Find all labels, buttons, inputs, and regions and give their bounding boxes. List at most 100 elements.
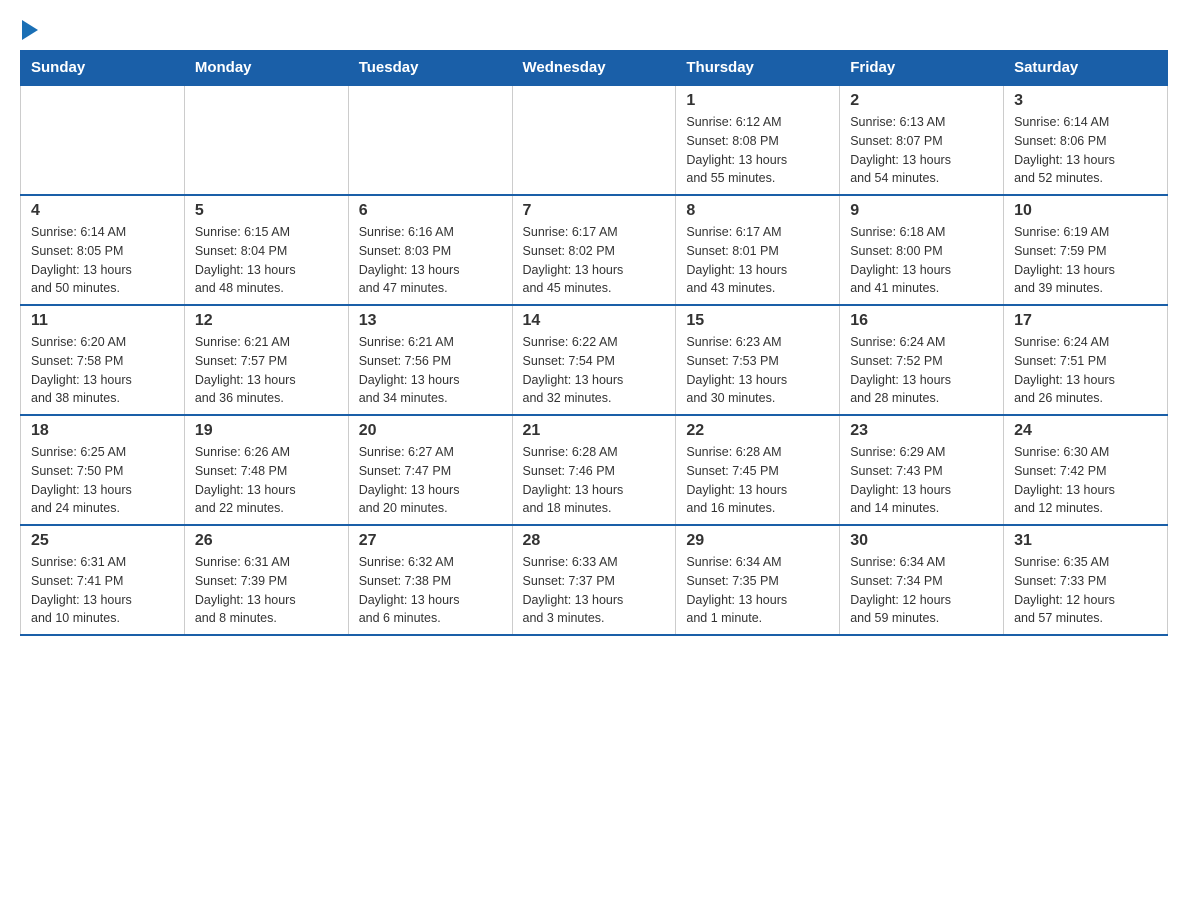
calendar-cell: 18 Sunrise: 6:25 AMSunset: 7:50 PMDayligh… <box>21 415 185 525</box>
calendar-header-thursday: Thursday <box>676 51 840 86</box>
day-number: 23 <box>850 422 993 440</box>
day-number: 13 <box>359 312 502 330</box>
calendar-header-tuesday: Tuesday <box>348 51 512 86</box>
day-number: 19 <box>195 422 338 440</box>
day-number: 11 <box>31 312 174 330</box>
day-number: 20 <box>359 422 502 440</box>
day-info: Sunrise: 6:12 AMSunset: 8:08 PMDaylight:… <box>686 113 829 188</box>
day-number: 18 <box>31 422 174 440</box>
day-number: 7 <box>523 202 666 220</box>
logo-arrow-icon <box>22 20 38 40</box>
day-info: Sunrise: 6:18 AMSunset: 8:00 PMDaylight:… <box>850 223 993 298</box>
day-number: 12 <box>195 312 338 330</box>
calendar-cell: 16 Sunrise: 6:24 AMSunset: 7:52 PMDayligh… <box>840 305 1004 415</box>
day-number: 10 <box>1014 202 1157 220</box>
day-info: Sunrise: 6:20 AMSunset: 7:58 PMDaylight:… <box>31 333 174 408</box>
day-info: Sunrise: 6:23 AMSunset: 7:53 PMDaylight:… <box>686 333 829 408</box>
day-number: 14 <box>523 312 666 330</box>
calendar-cell: 19 Sunrise: 6:26 AMSunset: 7:48 PMDayligh… <box>184 415 348 525</box>
calendar-cell: 8 Sunrise: 6:17 AMSunset: 8:01 PMDaylight… <box>676 195 840 305</box>
logo <box>20 20 38 40</box>
calendar-cell: 10 Sunrise: 6:19 AMSunset: 7:59 PMDayligh… <box>1004 195 1168 305</box>
calendar-cell: 7Sunrise: 6:17 AMSunset: 8:02 PMDaylight… <box>512 195 676 305</box>
calendar-cell: 23 Sunrise: 6:29 AMSunset: 7:43 PMDayligh… <box>840 415 1004 525</box>
page-header <box>20 20 1168 40</box>
calendar-cell: 5 Sunrise: 6:15 AMSunset: 8:04 PMDaylight… <box>184 195 348 305</box>
day-info: Sunrise: 6:34 AMSunset: 7:34 PMDaylight:… <box>850 553 993 628</box>
day-number: 3 <box>1014 92 1157 110</box>
calendar-cell: 13 Sunrise: 6:21 AMSunset: 7:56 PMDayligh… <box>348 305 512 415</box>
day-info: Sunrise: 6:24 AMSunset: 7:52 PMDaylight:… <box>850 333 993 408</box>
day-info: Sunrise: 6:31 AMSunset: 7:41 PMDaylight:… <box>31 553 174 628</box>
day-number: 5 <box>195 202 338 220</box>
calendar-cell: 20 Sunrise: 6:27 AMSunset: 7:47 PMDayligh… <box>348 415 512 525</box>
calendar-cell: 27 Sunrise: 6:32 AMSunset: 7:38 PMDayligh… <box>348 525 512 635</box>
calendar-cell <box>348 85 512 195</box>
day-info: Sunrise: 6:21 AMSunset: 7:56 PMDaylight:… <box>359 333 502 408</box>
day-number: 30 <box>850 532 993 550</box>
calendar-week-row: 4 Sunrise: 6:14 AMSunset: 8:05 PMDaylight… <box>21 195 1168 305</box>
calendar-cell: 24Sunrise: 6:30 AMSunset: 7:42 PMDayligh… <box>1004 415 1168 525</box>
calendar-cell: 31 Sunrise: 6:35 AMSunset: 7:33 PMDayligh… <box>1004 525 1168 635</box>
day-number: 31 <box>1014 532 1157 550</box>
calendar-week-row: 11 Sunrise: 6:20 AMSunset: 7:58 PMDayligh… <box>21 305 1168 415</box>
calendar-cell: 28 Sunrise: 6:33 AMSunset: 7:37 PMDayligh… <box>512 525 676 635</box>
day-number: 6 <box>359 202 502 220</box>
day-info: Sunrise: 6:24 AMSunset: 7:51 PMDaylight:… <box>1014 333 1157 408</box>
day-info: Sunrise: 6:19 AMSunset: 7:59 PMDaylight:… <box>1014 223 1157 298</box>
calendar-header-sunday: Sunday <box>21 51 185 86</box>
calendar-cell: 4 Sunrise: 6:14 AMSunset: 8:05 PMDaylight… <box>21 195 185 305</box>
day-number: 24 <box>1014 422 1157 440</box>
day-number: 29 <box>686 532 829 550</box>
calendar-cell <box>512 85 676 195</box>
calendar-table: SundayMondayTuesdayWednesdayThursdayFrid… <box>20 50 1168 636</box>
calendar-cell <box>184 85 348 195</box>
day-info: Sunrise: 6:22 AMSunset: 7:54 PMDaylight:… <box>523 333 666 408</box>
day-number: 4 <box>31 202 174 220</box>
calendar-cell: 30 Sunrise: 6:34 AMSunset: 7:34 PMDayligh… <box>840 525 1004 635</box>
day-info: Sunrise: 6:29 AMSunset: 7:43 PMDaylight:… <box>850 443 993 518</box>
calendar-header-wednesday: Wednesday <box>512 51 676 86</box>
day-info: Sunrise: 6:33 AMSunset: 7:37 PMDaylight:… <box>523 553 666 628</box>
calendar-cell: 15 Sunrise: 6:23 AMSunset: 7:53 PMDayligh… <box>676 305 840 415</box>
calendar-week-row: 25 Sunrise: 6:31 AMSunset: 7:41 PMDayligh… <box>21 525 1168 635</box>
calendar-cell: 1 Sunrise: 6:12 AMSunset: 8:08 PMDaylight… <box>676 85 840 195</box>
day-number: 15 <box>686 312 829 330</box>
day-number: 2 <box>850 92 993 110</box>
day-info: Sunrise: 6:27 AMSunset: 7:47 PMDaylight:… <box>359 443 502 518</box>
calendar-header-row: SundayMondayTuesdayWednesdayThursdayFrid… <box>21 51 1168 86</box>
day-number: 1 <box>686 92 829 110</box>
day-number: 28 <box>523 532 666 550</box>
day-number: 8 <box>686 202 829 220</box>
day-number: 26 <box>195 532 338 550</box>
day-info: Sunrise: 6:28 AMSunset: 7:45 PMDaylight:… <box>686 443 829 518</box>
day-number: 25 <box>31 532 174 550</box>
day-info: Sunrise: 6:17 AMSunset: 8:01 PMDaylight:… <box>686 223 829 298</box>
calendar-week-row: 18 Sunrise: 6:25 AMSunset: 7:50 PMDayligh… <box>21 415 1168 525</box>
day-info: Sunrise: 6:32 AMSunset: 7:38 PMDaylight:… <box>359 553 502 628</box>
day-number: 16 <box>850 312 993 330</box>
day-number: 27 <box>359 532 502 550</box>
calendar-cell: 9Sunrise: 6:18 AMSunset: 8:00 PMDaylight… <box>840 195 1004 305</box>
calendar-cell: 21Sunrise: 6:28 AMSunset: 7:46 PMDayligh… <box>512 415 676 525</box>
calendar-cell: 12Sunrise: 6:21 AMSunset: 7:57 PMDayligh… <box>184 305 348 415</box>
calendar-cell: 25 Sunrise: 6:31 AMSunset: 7:41 PMDayligh… <box>21 525 185 635</box>
day-info: Sunrise: 6:14 AMSunset: 8:05 PMDaylight:… <box>31 223 174 298</box>
calendar-cell: 22Sunrise: 6:28 AMSunset: 7:45 PMDayligh… <box>676 415 840 525</box>
day-number: 21 <box>523 422 666 440</box>
day-info: Sunrise: 6:25 AMSunset: 7:50 PMDaylight:… <box>31 443 174 518</box>
calendar-cell: 11 Sunrise: 6:20 AMSunset: 7:58 PMDayligh… <box>21 305 185 415</box>
day-info: Sunrise: 6:31 AMSunset: 7:39 PMDaylight:… <box>195 553 338 628</box>
day-info: Sunrise: 6:35 AMSunset: 7:33 PMDaylight:… <box>1014 553 1157 628</box>
day-info: Sunrise: 6:26 AMSunset: 7:48 PMDaylight:… <box>195 443 338 518</box>
calendar-cell: 6Sunrise: 6:16 AMSunset: 8:03 PMDaylight… <box>348 195 512 305</box>
calendar-cell: 3 Sunrise: 6:14 AMSunset: 8:06 PMDaylight… <box>1004 85 1168 195</box>
calendar-cell: 2Sunrise: 6:13 AMSunset: 8:07 PMDaylight… <box>840 85 1004 195</box>
day-info: Sunrise: 6:15 AMSunset: 8:04 PMDaylight:… <box>195 223 338 298</box>
calendar-cell <box>21 85 185 195</box>
calendar-header-friday: Friday <box>840 51 1004 86</box>
calendar-header-saturday: Saturday <box>1004 51 1168 86</box>
calendar-cell: 29Sunrise: 6:34 AMSunset: 7:35 PMDayligh… <box>676 525 840 635</box>
calendar-header-monday: Monday <box>184 51 348 86</box>
day-info: Sunrise: 6:14 AMSunset: 8:06 PMDaylight:… <box>1014 113 1157 188</box>
